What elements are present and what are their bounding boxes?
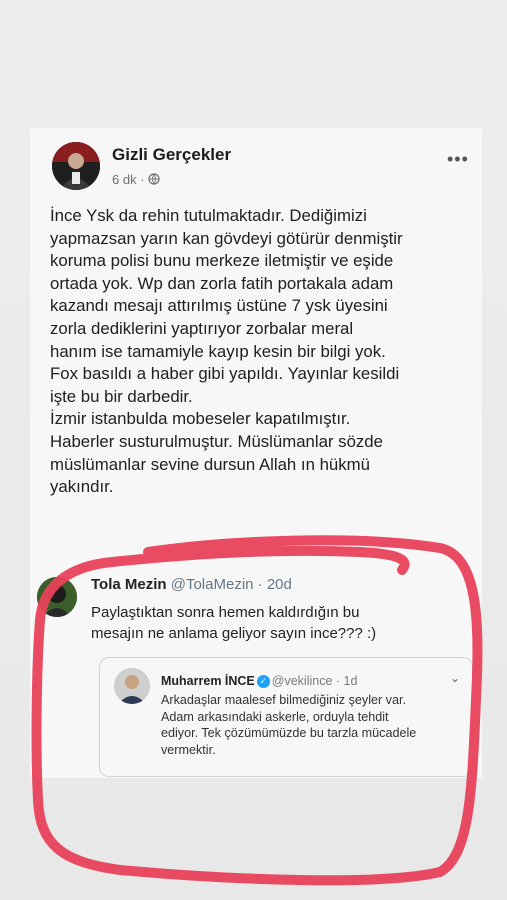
red-annotation-loop [31,535,483,886]
